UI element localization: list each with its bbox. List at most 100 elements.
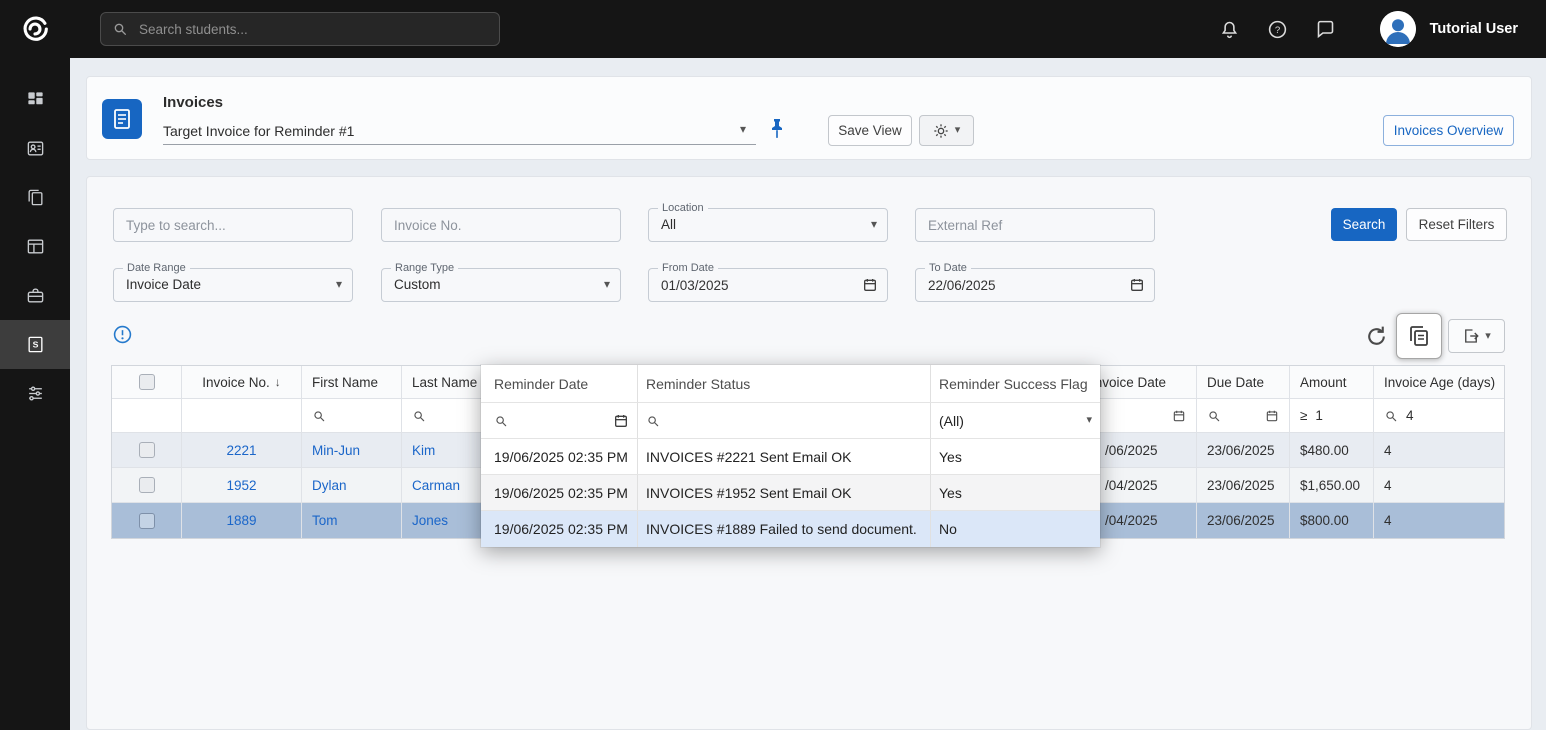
panel-row[interactable]: 19/06/2025 02:35 PM INVOICES #2221 Sent … xyxy=(481,439,1100,475)
from-date-label: From Date xyxy=(658,261,718,275)
filter-cell-reminder-success-flag[interactable]: (All) ▾ xyxy=(931,403,1100,438)
sidebar-item-tables[interactable] xyxy=(0,222,70,271)
user-avatar[interactable] xyxy=(1380,11,1416,47)
col-header-invoice-age[interactable]: Invoice Age (days) xyxy=(1374,366,1504,398)
first-name-link[interactable]: Tom xyxy=(312,513,338,528)
filter-cell-due-date[interactable] xyxy=(1197,399,1290,432)
chat-icon[interactable] xyxy=(1315,19,1336,40)
row-checkbox[interactable] xyxy=(139,477,155,493)
last-name-link[interactable]: Kim xyxy=(412,443,435,458)
sidebar-item-invoices[interactable]: S xyxy=(0,320,70,369)
page-title: Invoices xyxy=(163,94,223,111)
search-icon[interactable] xyxy=(312,409,326,423)
calendar-icon[interactable] xyxy=(1265,409,1279,423)
search-icon[interactable] xyxy=(1207,409,1221,423)
col-header-reminder-status[interactable]: Reminder Status xyxy=(638,365,931,402)
sidebar-item-services[interactable] xyxy=(0,271,70,320)
invoices-overview-button[interactable]: Invoices Overview xyxy=(1383,115,1514,146)
calendar-icon[interactable] xyxy=(862,277,878,293)
row-checkbox[interactable] xyxy=(139,513,155,529)
row-select-cell xyxy=(112,503,182,538)
search-icon[interactable] xyxy=(494,414,508,428)
col-header-label: Amount xyxy=(1300,375,1347,390)
panel-row-selected[interactable]: 19/06/2025 02:35 PM INVOICES #1889 Faile… xyxy=(481,511,1100,547)
topbar-right: ? Tutorial User xyxy=(1192,11,1518,47)
reminder-status-cell: INVOICES #1952 Sent Email OK xyxy=(638,475,931,510)
col-header-invoice-no[interactable]: Invoice No. ↓ xyxy=(182,366,302,398)
amount-cell: $800.00 xyxy=(1290,503,1374,538)
col-header-reminder-success-flag[interactable]: Reminder Success Flag xyxy=(931,365,1100,402)
reminder-status-cell: INVOICES #1889 Failed to send document. xyxy=(638,511,931,547)
invoice-no-input[interactable] xyxy=(382,209,620,241)
type-to-search-input[interactable] xyxy=(114,209,352,241)
external-ref-input[interactable] xyxy=(916,209,1154,241)
sidebar-item-documents[interactable] xyxy=(0,173,70,222)
global-search-input[interactable] xyxy=(100,12,500,46)
invoice-date-cell: /06/2025 xyxy=(1087,433,1197,467)
select-all-checkbox[interactable] xyxy=(139,374,155,390)
col-header-amount[interactable]: Amount xyxy=(1290,366,1374,398)
info-icon[interactable] xyxy=(113,325,132,344)
filter-cell-first-name[interactable] xyxy=(302,399,402,432)
search-icon[interactable] xyxy=(412,409,426,423)
date-range-select[interactable]: Date Range Invoice Date ▾ xyxy=(113,268,353,302)
search-icon[interactable] xyxy=(646,414,660,428)
due-date-cell: 23/06/2025 xyxy=(1197,468,1290,502)
pin-view-button[interactable] xyxy=(765,117,789,141)
last-name-link[interactable]: Jones xyxy=(412,513,448,528)
search-button[interactable]: Search xyxy=(1331,208,1397,241)
saved-view-select[interactable]: Target Invoice for Reminder #1 ▾ xyxy=(163,117,756,145)
invoices-header-card: Invoices Target Invoice for Reminder #1 … xyxy=(86,76,1532,160)
first-name-link[interactable]: Min-Jun xyxy=(312,443,360,458)
col-header-last-name[interactable]: Last Name xyxy=(402,366,483,398)
reminder-flag-cell: No xyxy=(931,511,1100,547)
filter-cell-invoice-date[interactable] xyxy=(1087,399,1197,432)
search-icon[interactable] xyxy=(1384,409,1398,423)
filter-cell-invoice-age[interactable]: 4 xyxy=(1374,399,1504,432)
row-checkbox[interactable] xyxy=(139,442,155,458)
calendar-icon[interactable] xyxy=(1129,277,1145,293)
chevron-down-icon: ▾ xyxy=(955,125,961,136)
external-ref-field xyxy=(915,208,1155,242)
sidebar-item-settings[interactable] xyxy=(0,369,70,418)
reset-filters-button[interactable]: Reset Filters xyxy=(1406,208,1507,241)
notifications-bell-icon[interactable] xyxy=(1219,19,1240,40)
col-header-reminder-date[interactable]: Reminder Date xyxy=(481,365,638,402)
filter-cell-reminder-date[interactable] xyxy=(481,403,638,438)
greater-equal-operator[interactable]: ≥ xyxy=(1300,408,1307,423)
last-name-link[interactable]: Carman xyxy=(412,478,460,493)
view-settings-button[interactable]: ▾ xyxy=(919,115,974,146)
sidebar-item-dashboard[interactable] xyxy=(0,75,70,124)
sidebar-item-contacts[interactable] xyxy=(0,124,70,173)
col-header-label: Reminder Status xyxy=(646,376,750,392)
calendar-icon[interactable] xyxy=(1172,409,1186,423)
type-to-search-field xyxy=(113,208,353,242)
export-button[interactable]: ▾ xyxy=(1448,319,1505,353)
range-type-select[interactable]: Range Type Custom ▾ xyxy=(381,268,621,302)
dashboard-icon xyxy=(26,90,45,109)
refresh-button[interactable] xyxy=(1364,324,1389,349)
help-icon[interactable]: ? xyxy=(1267,19,1288,40)
filter-cell-reminder-status[interactable] xyxy=(638,403,931,438)
select-all-cell xyxy=(112,366,182,398)
chevron-down-icon: ▾ xyxy=(604,278,610,290)
filter-cell-amount[interactable]: ≥ 1 xyxy=(1290,399,1374,432)
first-name-link[interactable]: Dylan xyxy=(312,478,347,493)
filter-cell-empty xyxy=(112,399,182,432)
location-select[interactable]: Location All ▾ xyxy=(648,208,888,242)
col-header-label: Due Date xyxy=(1207,375,1264,390)
column-chooser-button-highlighted[interactable] xyxy=(1396,313,1442,359)
invoice-no-link[interactable]: 1952 xyxy=(226,478,256,493)
filter-cell-invoice-no[interactable] xyxy=(182,399,302,432)
save-view-button[interactable]: Save View xyxy=(828,115,912,146)
col-header-invoice-date[interactable]: Invoice Date xyxy=(1087,366,1197,398)
invoice-no-link[interactable]: 2221 xyxy=(226,443,256,458)
invoice-no-link[interactable]: 1889 xyxy=(226,513,256,528)
col-header-first-name[interactable]: First Name xyxy=(302,366,402,398)
reminder-flag-cell: Yes xyxy=(931,475,1100,510)
filter-cell-last-name[interactable] xyxy=(402,399,483,432)
panel-row[interactable]: 19/06/2025 02:35 PM INVOICES #1952 Sent … xyxy=(481,475,1100,511)
col-header-due-date[interactable]: Due Date xyxy=(1197,366,1290,398)
app-logo[interactable] xyxy=(0,0,70,58)
calendar-icon[interactable] xyxy=(613,413,629,429)
